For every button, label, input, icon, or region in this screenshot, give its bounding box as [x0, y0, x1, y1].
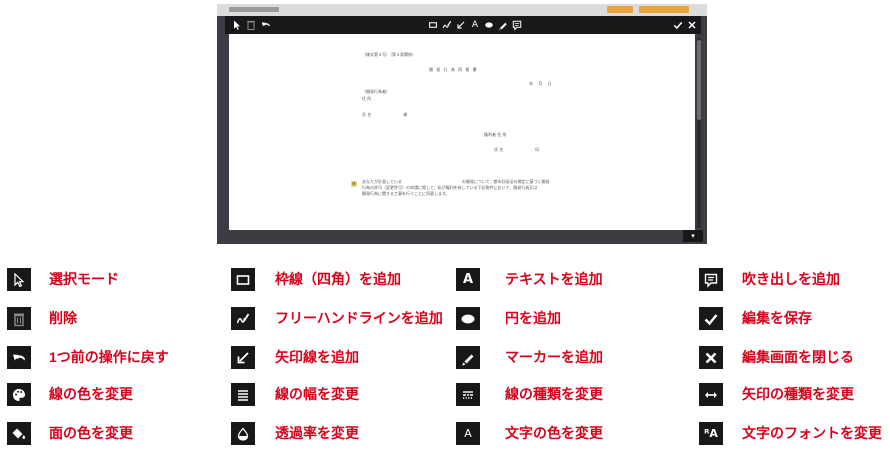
legend-label: 面の色を変更 [49, 425, 133, 441]
legend-label: 編集を保存 [742, 310, 812, 326]
freehand-icon[interactable] [441, 19, 453, 31]
marker-icon [456, 346, 480, 369]
legend-label: 線の幅を変更 [275, 386, 359, 402]
marker-annotation[interactable]: 抹 [351, 181, 357, 187]
trash-icon [7, 307, 31, 330]
recipient-label: （開発行為者） [362, 89, 390, 94]
holder-name-line: 氏 名 印 [494, 147, 540, 152]
arrow-icon[interactable] [455, 19, 467, 31]
arrow-icon [231, 346, 255, 369]
body-line: 行為の許可（変更許可）の申請に際して、私が権利を有している下記物件において、開発… [362, 185, 538, 190]
background-header-button [639, 6, 689, 13]
holder-address-line: 権利者 住 所 [484, 132, 507, 137]
name-line: 氏 名 様 [362, 112, 408, 117]
close-icon [699, 346, 723, 369]
select-mode-icon [7, 268, 31, 291]
body-line: 開発行為に関する工事を行うことに同意します。 [362, 191, 450, 196]
speech-bubble-icon [699, 268, 723, 291]
scroll-thumb[interactable] [697, 40, 701, 120]
delete-icon[interactable] [245, 19, 257, 31]
editor-toolbar: A [225, 16, 701, 34]
legend-label: 矢印線を追加 [275, 349, 359, 365]
legend-label: フリーハンドラインを追加 [275, 310, 443, 326]
legend-label: 1つ前の操作に戻す [49, 349, 169, 365]
legend-label: 円を追加 [505, 310, 561, 326]
check-icon[interactable] [672, 19, 684, 31]
line-style-icon [456, 383, 480, 406]
text-icon[interactable]: A [469, 19, 481, 31]
palette-icon [7, 383, 31, 406]
background-header-button [607, 6, 633, 13]
legend-label: 文字の色を変更 [505, 425, 603, 441]
text-icon: A [456, 268, 480, 291]
legend-label: 文字のフォントを変更 [742, 425, 882, 441]
line-width-icon [231, 383, 255, 406]
opacity-icon [231, 422, 255, 445]
freehand-icon [231, 307, 255, 330]
form-number: （様式第４号）（第４条関係） [362, 52, 416, 57]
legend-label: 枠線（四角）を追加 [275, 271, 401, 287]
legend-label: 線の種類を変更 [505, 386, 603, 402]
undo-icon [7, 346, 31, 369]
legend-label: 編集画面を閉じる [742, 349, 854, 365]
document-title: 開 発 行 為 同 意 書 [429, 67, 478, 72]
marker-icon[interactable] [497, 19, 509, 31]
check-icon [699, 307, 723, 330]
text-color-icon: A [456, 422, 480, 445]
address-line: 住 所 [362, 96, 372, 101]
legend-label: 線の色を変更 [49, 386, 133, 402]
legend-label: 吹き出しを追加 [742, 271, 840, 287]
select-mode-icon[interactable] [231, 19, 243, 31]
undo-icon[interactable] [260, 19, 272, 31]
background-logo [229, 7, 279, 12]
annotation-editor-window: A （様式第４号）（第４条関係） 開 発 行 為 同 意 書 年 月 日 （開発… [217, 4, 707, 244]
body-line: あなたが計画している の開発について、都市計画法の規定に基づく開発 [362, 179, 550, 184]
document-date: 年 月 日 [529, 81, 554, 86]
vertical-scrollbar[interactable] [697, 38, 701, 228]
legend-label: マーカーを追加 [505, 349, 603, 365]
font-icon: ᴿA [699, 422, 723, 445]
legend-label: テキストを追加 [505, 271, 603, 287]
legend-label: 矢印の種類を変更 [742, 386, 854, 402]
ellipse-icon [456, 307, 480, 330]
fill-color-icon [7, 422, 31, 445]
close-icon[interactable] [686, 19, 698, 31]
ellipse-icon[interactable] [483, 19, 495, 31]
legend-label: 削除 [49, 310, 77, 326]
legend-label: 透過率を変更 [275, 425, 359, 441]
speech-bubble-icon[interactable] [511, 19, 523, 31]
arrow-type-icon [699, 383, 723, 406]
rectangle-icon[interactable] [427, 19, 439, 31]
rectangle-icon [231, 268, 255, 291]
legend-label: 選択モード [49, 271, 119, 287]
document-page[interactable]: （様式第４号）（第４条関係） 開 発 行 為 同 意 書 年 月 日 （開発行為… [229, 34, 695, 230]
background-app-header [217, 4, 707, 16]
settings-dropdown-button[interactable]: ▾ [683, 230, 703, 242]
